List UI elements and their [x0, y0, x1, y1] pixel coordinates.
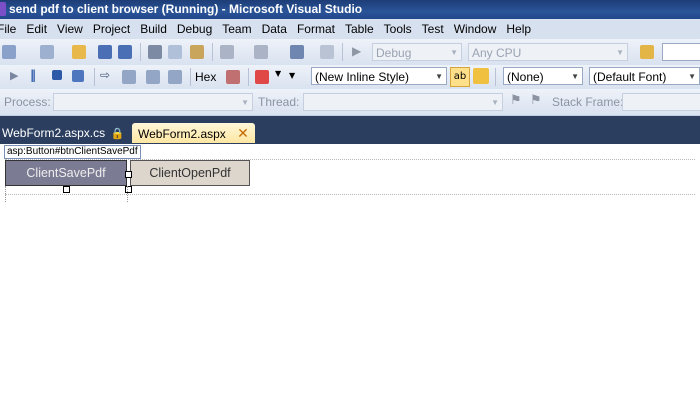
flag-threads-icon[interactable]: ⚑	[530, 93, 542, 108]
title-bar: send pdf to client browser (Running) - M…	[0, 0, 700, 19]
resize-handle[interactable]	[63, 186, 70, 193]
tab-webform2-aspx[interactable]: WebForm2.aspx ✕	[132, 123, 255, 143]
target-rule-combo[interactable]: (None) ▼	[503, 67, 583, 85]
chevron-down-icon: ▼	[688, 72, 696, 81]
separator	[94, 68, 95, 86]
close-icon[interactable]: ✕	[237, 125, 249, 141]
control-guide	[5, 186, 7, 202]
document-tab-strip: WebForm2.aspx.cs 🔒 WebForm2.aspx ✕	[0, 116, 700, 144]
step-out-icon[interactable]	[168, 70, 182, 84]
menu-edit[interactable]: Edit	[21, 19, 52, 39]
tab-webform2-aspx-cs[interactable]: WebForm2.aspx.cs 🔒	[2, 123, 124, 143]
client-save-pdf-button[interactable]: ClientSavePdf	[5, 160, 127, 186]
separator	[495, 68, 496, 86]
toolbar-overflow-icon[interactable]: ▼	[289, 71, 295, 80]
project-icon[interactable]	[2, 45, 16, 59]
window-title: send pdf to client browser (Running) - M…	[9, 2, 363, 16]
step-over-icon[interactable]	[146, 70, 160, 84]
find-input[interactable]	[662, 43, 700, 61]
new-style-combo[interactable]: (New Inline Style) ▼	[311, 67, 447, 85]
navigate-forward-icon[interactable]	[320, 45, 334, 59]
stack-frame-combo[interactable]	[622, 93, 700, 111]
new-style-value: (New Inline Style)	[315, 70, 410, 84]
cut-icon[interactable]	[148, 45, 162, 59]
solution-platform-combo[interactable]: Any CPU ▼	[468, 43, 628, 61]
navigate-backward-icon[interactable]	[290, 45, 304, 59]
tab-label: WebForm2.aspx	[138, 127, 226, 141]
div-outline	[5, 194, 695, 195]
chevron-down-icon: ▼	[435, 72, 443, 81]
font-name-combo[interactable]: (Default Font) ▼	[589, 67, 700, 85]
step-into-icon[interactable]	[122, 70, 136, 84]
control-tag-tooltip: asp:Button#btnClientSavePdf	[4, 145, 141, 159]
break-all-icon[interactable]: ‖	[30, 68, 36, 82]
menu-debug[interactable]: Debug	[172, 19, 217, 39]
open-folder-icon[interactable]	[72, 45, 86, 59]
menu-view[interactable]: View	[52, 19, 88, 39]
stop-debugging-icon[interactable]	[52, 70, 62, 80]
design-surface[interactable]: asp:Button#btnClientSavePdf ClientSavePd…	[0, 144, 700, 400]
separator	[190, 68, 191, 86]
solution-configuration-combo[interactable]: Debug ▼	[372, 43, 462, 61]
undo-icon[interactable]	[220, 45, 234, 59]
target-rule-value: (None)	[507, 70, 544, 84]
hex-display-toggle[interactable]: Hex	[195, 70, 216, 84]
standard-toolbar: ▶ Debug ▼ Any CPU ▼	[0, 39, 700, 66]
toggle-flag-icon[interactable]: ⚑	[510, 93, 522, 108]
solution-platform-value: Any CPU	[472, 46, 522, 60]
menu-help[interactable]: Help	[501, 19, 536, 39]
apply-style-icon[interactable]: ab	[450, 67, 470, 87]
menu-bar: File Edit View Project Build Debug Team Data For…	[0, 19, 700, 39]
menu-table[interactable]: Table	[340, 19, 379, 39]
thread-label: Thread:	[258, 95, 300, 109]
debug-location-toolbar: Process: ▼ Thread: ▼ ⚑ ⚑ Stack Frame:	[0, 89, 700, 116]
menu-file[interactable]: File	[0, 19, 21, 39]
chevron-down-icon: ▼	[491, 98, 499, 107]
thread-combo[interactable]: ▼	[303, 93, 503, 111]
chevron-down-icon: ▼	[450, 48, 458, 57]
save-icon[interactable]	[98, 45, 112, 59]
chevron-down-icon: ▼	[616, 48, 624, 57]
attach-style-icon[interactable]	[473, 68, 489, 84]
menu-team[interactable]: Team	[217, 19, 256, 39]
menu-project[interactable]: Project	[88, 19, 135, 39]
redo-icon[interactable]	[254, 45, 268, 59]
find-in-files-icon[interactable]	[640, 45, 654, 59]
menu-window[interactable]: Window	[449, 19, 502, 39]
start-debugging-icon[interactable]: ▶	[352, 44, 361, 58]
paste-icon[interactable]	[190, 45, 204, 59]
visual-studio-icon	[0, 2, 6, 16]
restart-icon[interactable]	[72, 70, 84, 82]
menu-tools[interactable]: Tools	[379, 19, 417, 39]
client-open-pdf-button[interactable]: ClientOpenPdf	[130, 160, 250, 186]
add-item-icon[interactable]	[40, 45, 54, 59]
continue-icon[interactable]: ▶	[10, 69, 18, 82]
windows-menu-icon[interactable]	[255, 70, 269, 84]
resize-handle[interactable]	[125, 171, 132, 178]
control-guide	[127, 186, 129, 202]
font-name-value: (Default Font)	[593, 70, 667, 84]
separator	[248, 68, 249, 86]
chevron-down-icon: ▼	[571, 72, 579, 81]
menu-data[interactable]: Data	[257, 19, 292, 39]
lock-icon: 🔒	[110, 128, 125, 140]
separator	[212, 43, 213, 61]
chevron-down-icon: ▼	[241, 98, 249, 107]
save-all-icon[interactable]	[118, 45, 132, 59]
menu-build[interactable]: Build	[135, 19, 172, 39]
copy-icon[interactable]	[168, 45, 182, 59]
debug-format-toolbar: ▶ ‖ ⇨ Hex ▼ ▼ (New Inline Style) ▼ ab (No…	[0, 65, 700, 90]
menu-format[interactable]: Format	[292, 19, 340, 39]
process-combo[interactable]: ▼	[53, 93, 253, 111]
breakpoints-window-icon[interactable]	[226, 70, 240, 84]
tab-label: WebForm2.aspx.cs	[2, 126, 106, 140]
separator	[140, 43, 141, 61]
solution-configuration-value: Debug	[376, 46, 412, 60]
chevron-down-icon[interactable]: ▼	[275, 69, 281, 78]
show-next-statement-icon[interactable]: ⇨	[100, 68, 110, 82]
menu-test[interactable]: Test	[417, 19, 449, 39]
process-label: Process:	[4, 95, 51, 109]
stack-frame-label: Stack Frame:	[552, 95, 624, 109]
separator	[342, 43, 343, 61]
